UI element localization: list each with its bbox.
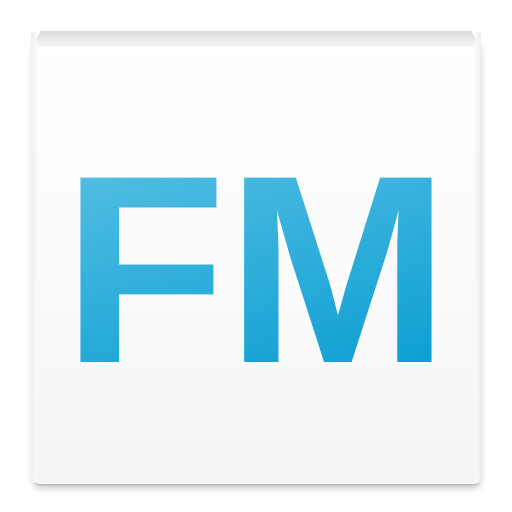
app-icon-canvas: FM (0, 0, 512, 512)
fm-logo-text: FM (63, 119, 450, 419)
fm-logo-icon: FM (63, 119, 450, 419)
